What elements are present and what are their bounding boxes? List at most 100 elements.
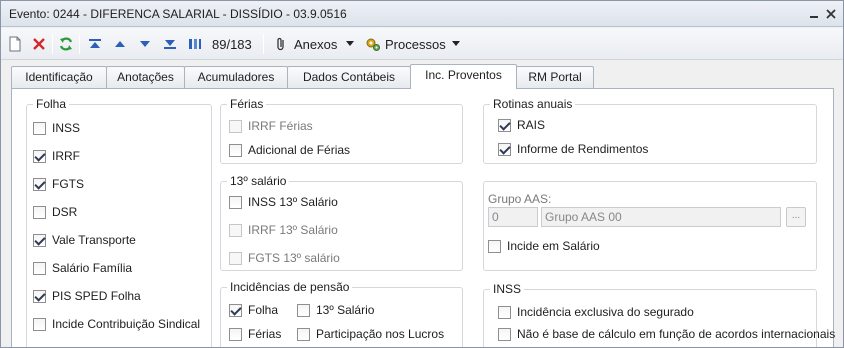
title-bar: Evento: 0244 - DIFERENCA SALARIAL - DISS… — [1, 1, 843, 27]
irrf-ferias-checkbox[interactable] — [229, 119, 242, 133]
first-record-icon[interactable] — [87, 36, 103, 52]
fgts-13-checkbox[interactable] — [229, 251, 242, 265]
anexos-menu[interactable]: Anexos — [294, 37, 337, 52]
informe-rendimentos-checkbox[interactable] — [498, 142, 511, 156]
irrf-13-checkbox[interactable] — [229, 223, 242, 237]
irrf-checkbox-row[interactable]: IRRF — [33, 148, 80, 164]
toolbar-separator — [79, 34, 80, 54]
toolbar-separator — [263, 34, 264, 54]
salario-familia-checkbox[interactable] — [33, 261, 46, 275]
folha-group: Folha INSS IRRF FGTS DSR Vale Transporte — [26, 97, 212, 347]
processes-icon[interactable] — [365, 36, 381, 52]
pensao-folha-checkbox-row[interactable]: Folha — [229, 302, 278, 318]
processos-chevron-down-icon[interactable] — [452, 41, 460, 46]
inss-group: INSS Incidência exclusiva do segurado Nã… — [483, 282, 835, 347]
close-icon[interactable] — [824, 7, 838, 21]
contribuicao-sindical-checkbox-row[interactable]: Incide Contribuição Sindical — [33, 316, 200, 332]
pensao-folha-label: Folha — [248, 303, 279, 317]
fgts-checkbox[interactable] — [33, 177, 46, 191]
tab-anotacoes[interactable]: Anotações — [106, 66, 185, 88]
pensao-lucros-label: Participação nos Lucros — [316, 327, 445, 341]
inss-checkbox[interactable] — [33, 121, 46, 135]
tab-identificacao[interactable]: Identificação — [11, 66, 107, 88]
pensao-ferias-checkbox-row[interactable]: Férias — [229, 326, 281, 342]
incidencia-exclusiva-checkbox[interactable] — [498, 305, 511, 319]
grupo-aas-lookup-button[interactable]: ... — [786, 207, 806, 227]
refresh-icon[interactable] — [58, 36, 74, 52]
fgts-label: FGTS — [52, 177, 84, 191]
adicional-ferias-checkbox-row[interactable]: Adicional de Férias — [229, 142, 350, 158]
tab-inc-proventos[interactable]: Inc. Proventos — [410, 64, 517, 89]
event-window: Evento: 0244 - DIFERENCA SALARIAL - DISS… — [0, 0, 844, 348]
irrf-label: IRRF — [52, 149, 80, 163]
adicional-ferias-label: Adicional de Férias — [248, 143, 351, 157]
inss-13-checkbox-row[interactable]: INSS 13º Salário — [229, 194, 338, 210]
vale-transporte-label: Vale Transporte — [52, 233, 136, 247]
fgts-checkbox-row[interactable]: FGTS — [33, 176, 84, 192]
processos-menu[interactable]: Processos — [385, 37, 446, 52]
inss-13-label: INSS 13º Salário — [248, 195, 338, 209]
irrf-13-checkbox-row[interactable]: IRRF 13º Salário — [229, 222, 338, 238]
contribuicao-sindical-label: Incide Contribuição Sindical — [52, 317, 201, 331]
pensao-13-checkbox-row[interactable]: 13º Salário — [297, 302, 374, 318]
tab-content: Folha INSS IRRF FGTS DSR Vale Transporte — [11, 88, 835, 347]
fgts-13-label: FGTS 13º salário — [248, 251, 340, 265]
delete-icon[interactable] — [31, 36, 47, 52]
rotinas-anuais-group: Rotinas anuais RAIS Informe de Rendiment… — [483, 97, 817, 164]
toolbar-separator — [52, 34, 53, 54]
contribuicao-sindical-checkbox[interactable] — [33, 317, 46, 331]
rotinas-anuais-group-title: Rotinas anuais — [490, 97, 576, 111]
rais-checkbox-row[interactable]: RAIS — [498, 117, 545, 133]
record-position: 89/183 — [212, 37, 252, 52]
informe-rendimentos-label: Informe de Rendimentos — [517, 142, 649, 156]
ferias-group: Férias IRRF Férias Adicional de Férias — [220, 97, 463, 164]
tab-dados-contabeis[interactable]: Dados Contábeis — [287, 66, 411, 88]
anexos-chevron-down-icon[interactable] — [346, 41, 354, 46]
acordos-internacionais-checkbox-row[interactable]: Não é base de cálculo em função de acord… — [498, 326, 835, 342]
incide-salario-checkbox[interactable] — [488, 239, 501, 253]
irrf-ferias-label: IRRF Férias — [248, 119, 313, 133]
next-record-icon[interactable] — [137, 36, 153, 52]
grupo-aas-name-field[interactable]: Grupo AAS 00 — [541, 207, 781, 227]
dsr-checkbox[interactable] — [33, 205, 46, 219]
pensao-lucros-checkbox[interactable] — [297, 327, 310, 341]
pensao-group: Incidências de pensão Folha 13º Salário … — [220, 280, 463, 347]
pis-sped-folha-checkbox-row[interactable]: PIS SPED Folha — [33, 288, 141, 304]
attachment-icon[interactable] — [273, 36, 289, 52]
salario-familia-checkbox-row[interactable]: Salário Família — [33, 260, 132, 276]
incide-salario-label: Incide em Salário — [507, 239, 600, 253]
inss-checkbox-row[interactable]: INSS — [33, 120, 80, 136]
incidencia-exclusiva-checkbox-row[interactable]: Incidência exclusiva do segurado — [498, 304, 694, 320]
pensao-ferias-checkbox[interactable] — [229, 327, 242, 341]
fgts-13-checkbox-row[interactable]: FGTS 13º salário — [229, 250, 340, 266]
tab-acumuladores[interactable]: Acumuladores — [184, 66, 288, 88]
pis-sped-folha-checkbox[interactable] — [33, 289, 46, 303]
acordos-internacionais-checkbox[interactable] — [498, 327, 511, 341]
pensao-ferias-label: Férias — [248, 327, 282, 341]
last-record-icon[interactable] — [162, 36, 178, 52]
vale-transporte-checkbox[interactable] — [33, 233, 46, 247]
grupo-aas-label: Grupo AAS: — [488, 192, 552, 206]
new-document-icon[interactable] — [7, 36, 23, 52]
tab-rm-portal[interactable]: RM Portal — [516, 66, 594, 88]
pensao-13-checkbox[interactable] — [297, 303, 310, 317]
incide-salario-checkbox-row[interactable]: Incide em Salário — [488, 238, 600, 254]
rais-checkbox[interactable] — [498, 118, 511, 132]
dsr-checkbox-row[interactable]: DSR — [33, 204, 77, 220]
incidencia-exclusiva-label: Incidência exclusiva do segurado — [517, 305, 694, 319]
vale-transporte-checkbox-row[interactable]: Vale Transporte — [33, 232, 136, 248]
decimo-terceiro-group: 13º salário INSS 13º Salário IRRF 13º Sa… — [220, 174, 463, 271]
adicional-ferias-checkbox[interactable] — [229, 143, 242, 157]
minimize-icon[interactable] — [807, 7, 821, 21]
inss-13-checkbox[interactable] — [229, 195, 242, 209]
pis-sped-folha-label: PIS SPED Folha — [52, 289, 141, 303]
pensao-lucros-checkbox-row[interactable]: Participação nos Lucros — [297, 326, 444, 342]
irrf-13-label: IRRF 13º Salário — [248, 223, 338, 237]
pensao-folha-checkbox[interactable] — [229, 303, 242, 317]
ferias-group-title: Férias — [227, 97, 267, 111]
previous-record-icon[interactable] — [112, 36, 128, 52]
irrf-checkbox[interactable] — [33, 149, 46, 163]
irrf-ferias-checkbox-row[interactable]: IRRF Férias — [229, 118, 313, 134]
informe-rendimentos-checkbox-row[interactable]: Informe de Rendimentos — [498, 141, 648, 157]
grupo-aas-code-field[interactable]: 0 — [488, 207, 538, 227]
